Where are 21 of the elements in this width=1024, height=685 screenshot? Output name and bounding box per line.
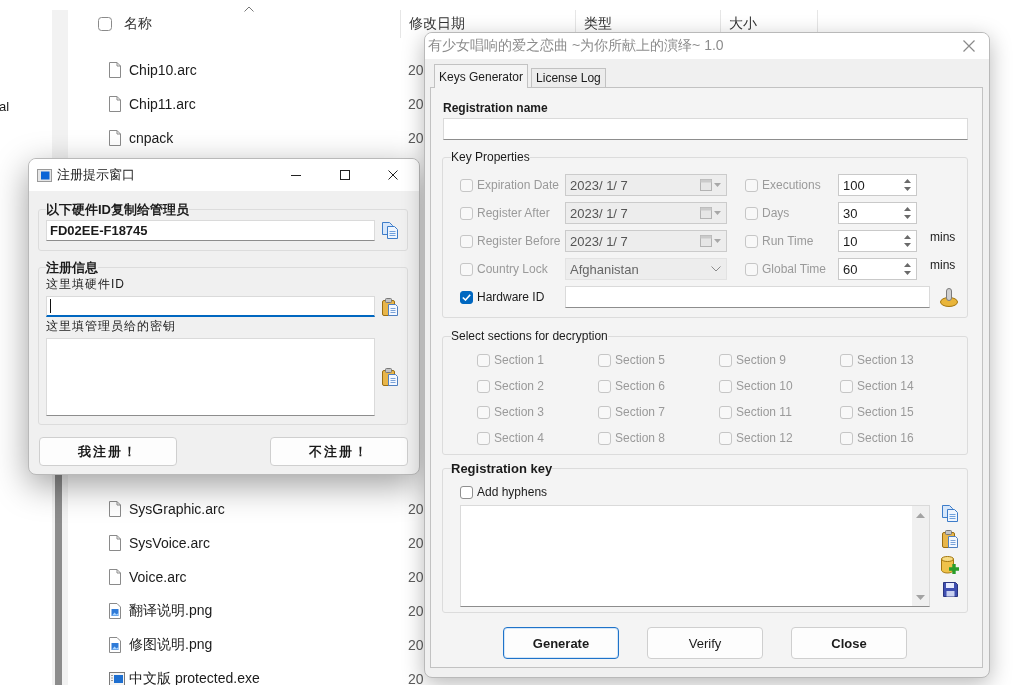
date-cell-text: 20 bbox=[407, 603, 424, 619]
group-title: 注册信息 bbox=[46, 260, 98, 275]
date-cell-text: 20 bbox=[407, 96, 424, 112]
window-title: 有少女唱响的爱之恋曲 ~为你所献上的演绎~ 1.0 bbox=[428, 37, 725, 55]
date-cell-text: 20 bbox=[407, 671, 424, 685]
window-title: 注册提示窗口 bbox=[57, 166, 136, 184]
unit-label: mins bbox=[930, 230, 956, 244]
group-title: Key Properties bbox=[451, 150, 530, 164]
date-cell-text: 20 bbox=[407, 130, 424, 146]
date-cell-text: 20 bbox=[407, 62, 424, 78]
date-cell-text: 20 bbox=[407, 569, 424, 585]
group-title: 以下硬件ID复制给管理员 bbox=[46, 202, 189, 217]
unit-label: mins bbox=[930, 258, 956, 272]
group-title: Registration key bbox=[451, 461, 553, 476]
date-cell-text: 20 bbox=[407, 501, 424, 517]
field-label: Registration name bbox=[443, 100, 549, 116]
group-title: Select sections for decryption bbox=[451, 329, 608, 343]
field-label: 这里填硬件ID bbox=[46, 277, 126, 292]
field-label: 这里填管理员给的密钥 bbox=[46, 319, 177, 334]
date-cell-text: 20 bbox=[407, 637, 424, 653]
date-cell-text: 20 bbox=[407, 535, 424, 551]
